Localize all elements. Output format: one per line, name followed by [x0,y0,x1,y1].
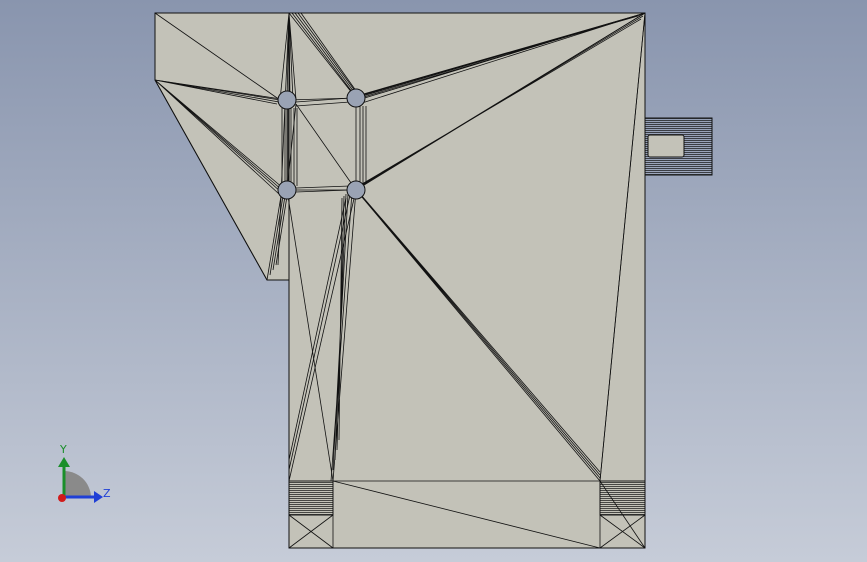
right-boss-slot [647,134,685,158]
triad-quadrant [64,470,91,497]
bottom-band-left-hatch [288,480,334,516]
z-axis-label: Z [103,487,111,500]
y-axis-label: Y [59,443,67,456]
hole-node-b [346,88,366,108]
bottom-band-right-hatch [599,480,646,516]
hole-node-d [346,180,366,200]
z-axis-arrow-icon [94,491,103,503]
orientation-triad[interactable]: Y Z [58,443,111,503]
y-axis-arrow-icon [58,457,70,467]
cad-viewport[interactable]: Y Z [0,0,867,562]
hole-node-a [277,90,297,110]
x-axis-dot-icon [58,494,66,502]
part-model[interactable]: Y Z [0,0,867,562]
left-flange-face [154,12,290,281]
hole-node-c [277,180,297,200]
